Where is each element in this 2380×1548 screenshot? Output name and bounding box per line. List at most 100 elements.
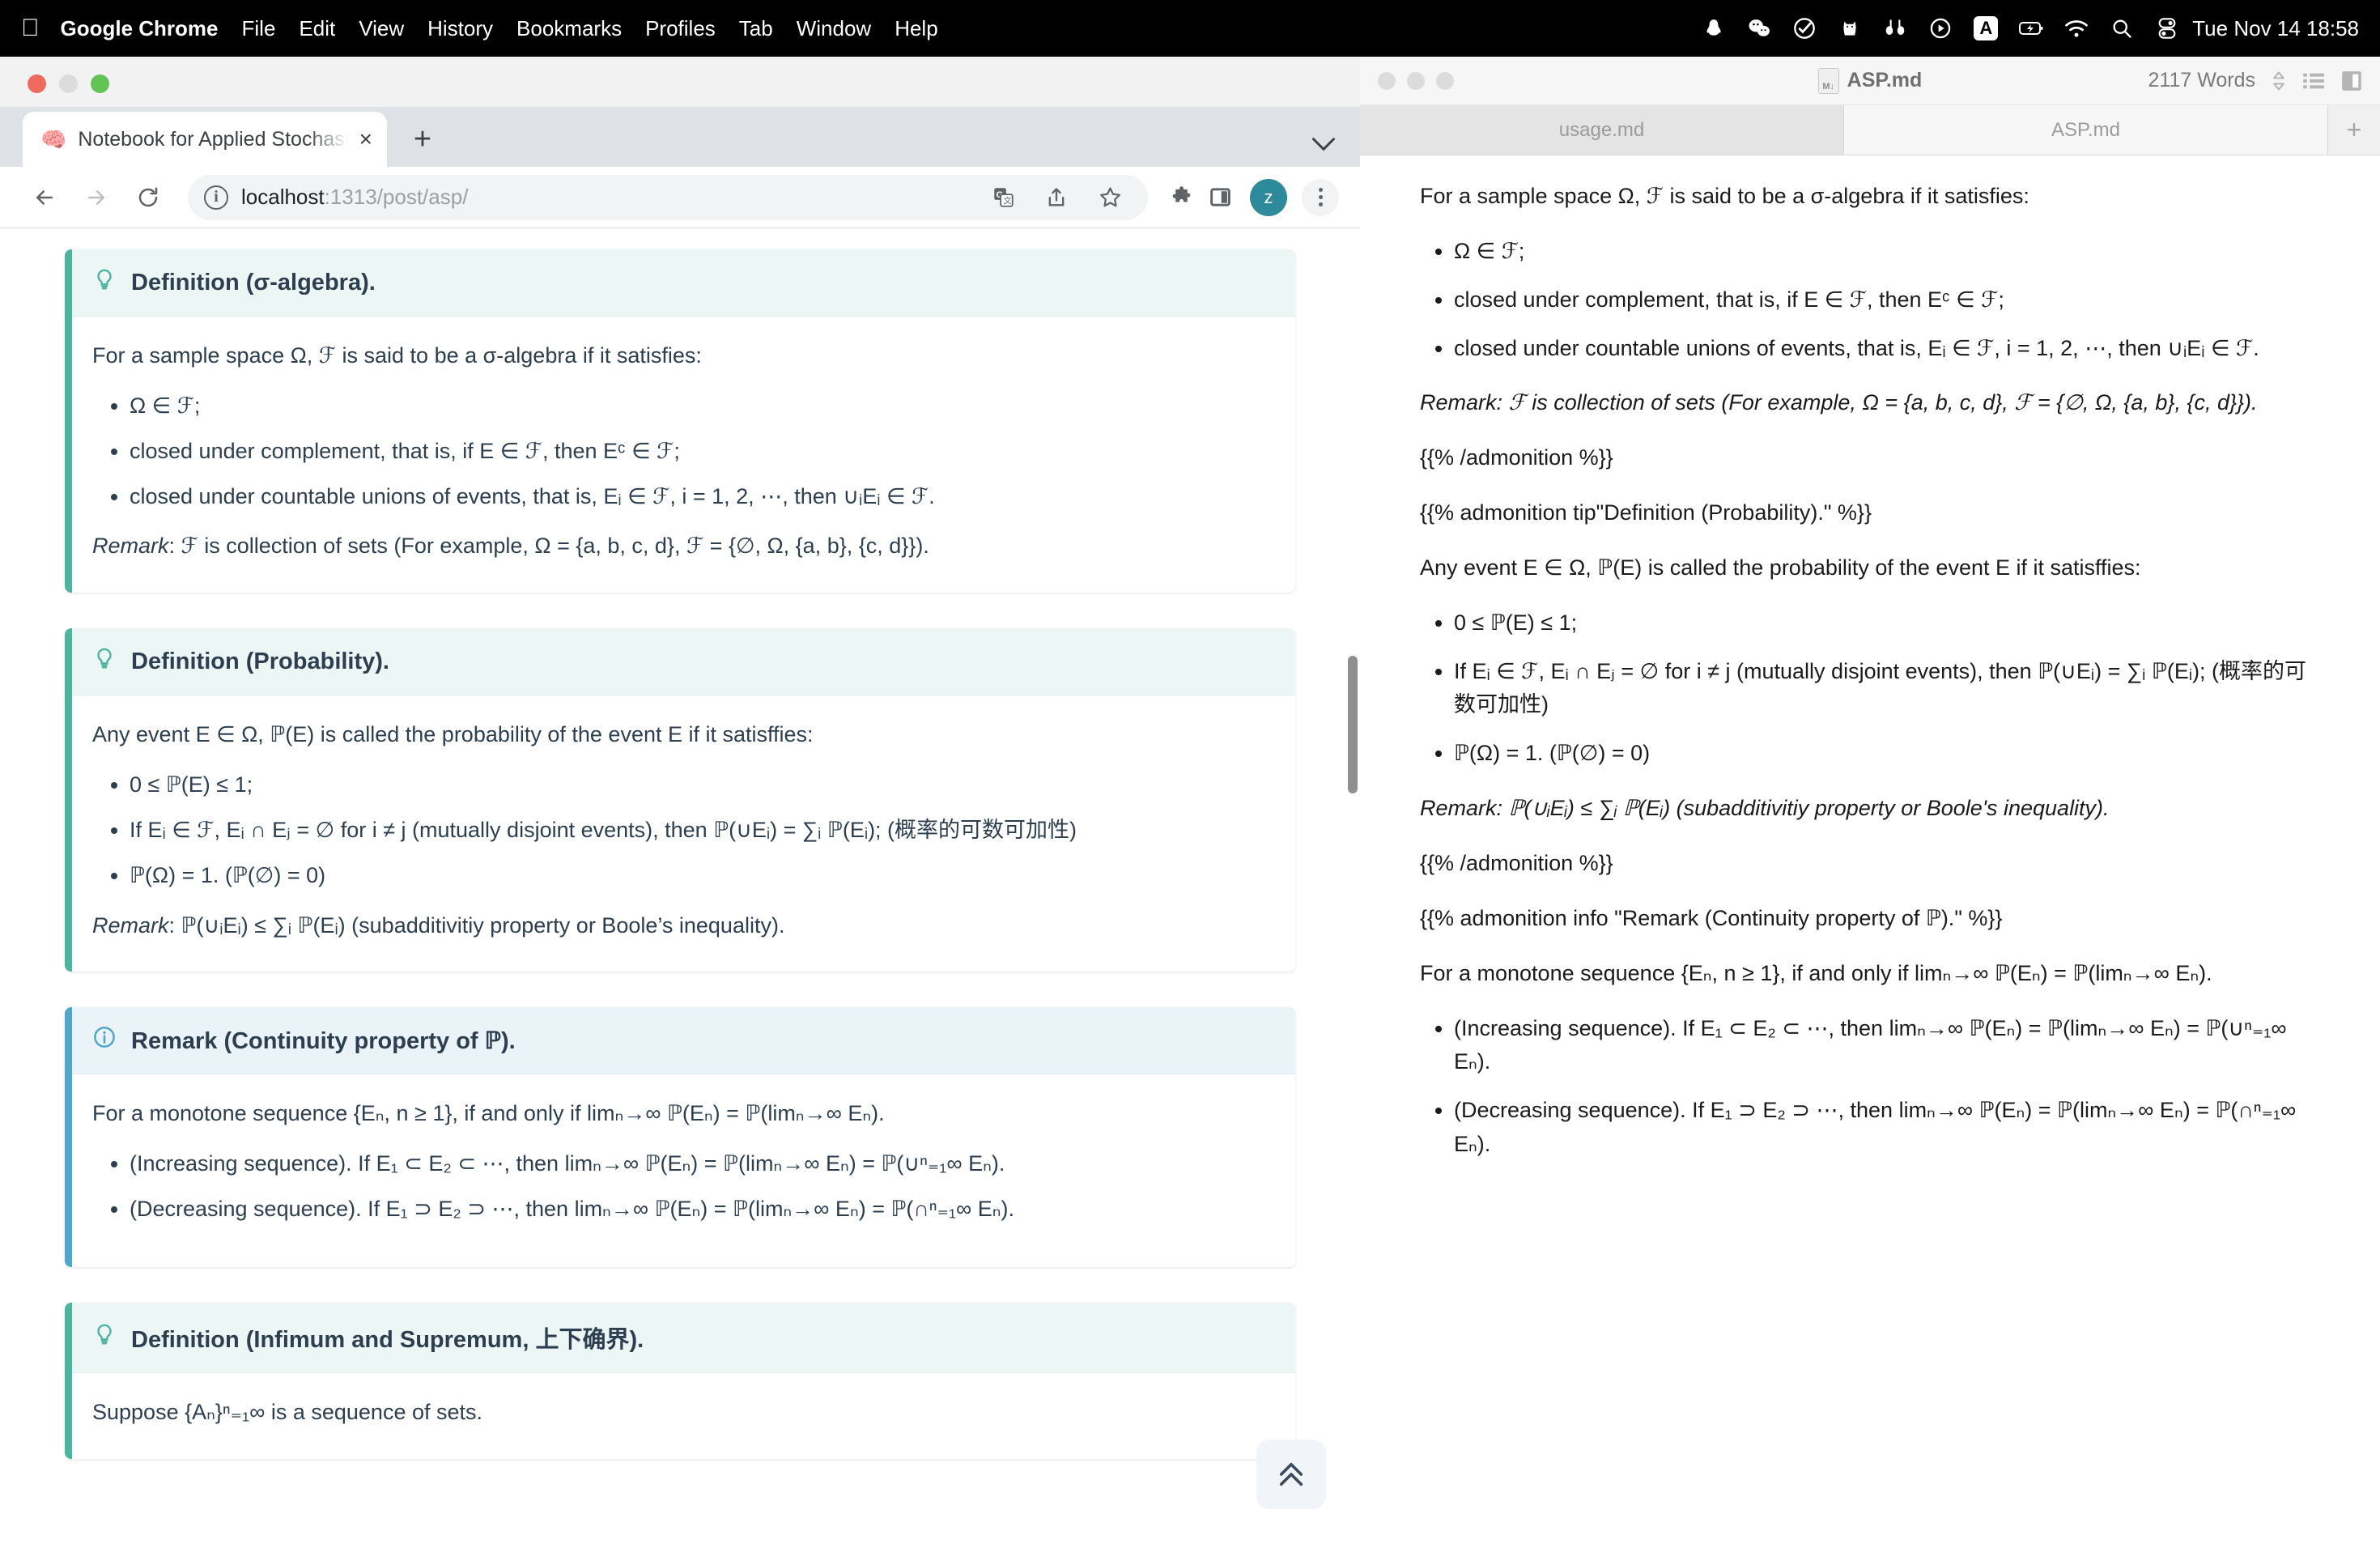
earbuds-icon[interactable] (1883, 15, 1907, 41)
page-scrollbar[interactable] (1345, 228, 1360, 1548)
list-item: 0 ≤ ℙ(E) ≤ 1; (1454, 606, 2320, 640)
minimize-window-button[interactable] (59, 74, 78, 93)
admonition-remark: Remark: ℱ is collection of sets (For exa… (92, 529, 1268, 563)
lightbulb-icon (92, 646, 117, 677)
reload-button[interactable] (125, 174, 172, 221)
browser-tab-asp[interactable]: 🧠 Notebook for Applied Stochast × (23, 112, 387, 167)
spotlight-search-icon[interactable] (2110, 15, 2134, 41)
outline-list-icon[interactable] (2302, 71, 2325, 91)
chevron-down-icon[interactable] (1311, 132, 1336, 157)
scroll-to-top-button[interactable] (1256, 1440, 1326, 1509)
wifi-icon[interactable] (2064, 15, 2089, 41)
editor-bullet-list: 0 ≤ ℙ(E) ≤ 1; If Eᵢ ∈ ℱ, Eᵢ ∩ Eⱼ = ∅ for… (1454, 606, 2320, 771)
editor-text-area[interactable]: For a sample space Ω, ℱ is said to be a … (1360, 155, 2380, 1548)
list-item: (Increasing sequence). If E₁ ⊂ E₂ ⊂ ⋯, t… (1454, 1012, 2320, 1080)
remark-text: : ℙ(∪ᵢEᵢ) ≤ ∑ᵢ ℙ(Eᵢ) (subadditivitiy pro… (168, 912, 785, 938)
sort-updown-icon[interactable] (2272, 70, 2286, 92)
menu-item-edit[interactable]: Edit (299, 16, 335, 41)
remark-text: : ℱ is collection of sets (For example, … (168, 534, 929, 559)
address-bar-url: localhost:1313/post/asp/ (241, 185, 468, 210)
admonition-intro: Suppose {Aₙ}ⁿ₌₁∞ is a sequence of sets. (92, 1399, 483, 1424)
editor-traffic-lights (1378, 71, 1454, 90)
list-item: If Eᵢ ∈ ℱ, Eᵢ ∩ Eⱼ = ∅ for i ≠ j (mutual… (130, 814, 1268, 848)
chrome-menu-button[interactable] (1302, 178, 1339, 216)
editor-line: {{% /admonition %}} (1420, 850, 1613, 875)
lightbulb-icon (92, 1322, 117, 1353)
checkmark-circle-icon[interactable] (1792, 15, 1817, 41)
address-bar[interactable]: i localhost:1313/post/asp/ G文 (188, 174, 1148, 220)
site-info-icon[interactable]: i (204, 185, 228, 210)
profile-avatar[interactable]: z (1250, 178, 1287, 216)
bookmark-star-icon[interactable] (1093, 181, 1127, 215)
admonition-remark-continuity: Remark (Continuity property of ℙ). For a… (65, 1007, 1295, 1267)
admonition-intro: For a sample space Ω, ℱ is said to be a … (92, 343, 702, 368)
admonition-bullet-list: Ω ∈ ℱ; closed under complement, that is,… (130, 389, 1268, 514)
forward-button[interactable] (73, 174, 120, 221)
translate-icon[interactable]: G文 (986, 181, 1020, 215)
editor-tab-usage[interactable]: usage.md (1360, 105, 1844, 155)
list-item: closed under complement, that is, if E ∈… (1454, 283, 2320, 317)
menu-item-help[interactable]: Help (895, 16, 937, 41)
editor-close-button[interactable] (1378, 71, 1396, 90)
menu-bar-clock[interactable]: Tue Nov 14 18:58 (2192, 16, 2359, 41)
editor-document-title: ASP.md (1847, 69, 1923, 91)
input-source-a-icon[interactable]: A (1974, 15, 1999, 41)
play-circle-icon[interactable] (1928, 15, 1953, 41)
double-chevron-up-icon (1279, 1462, 1303, 1486)
menu-item-bookmarks[interactable]: Bookmarks (516, 16, 622, 41)
apple-icon[interactable]:  (21, 16, 40, 40)
list-item: Ω ∈ ℱ; (130, 389, 1268, 423)
chrome-browser-window: 🧠 Notebook for Applied Stochast × + i lo… (0, 57, 1360, 1548)
menu-item-profiles[interactable]: Profiles (645, 16, 716, 41)
menu-item-window[interactable]: Window (797, 16, 871, 41)
sidebar-toggle-icon[interactable] (2341, 70, 2362, 91)
close-window-button[interactable] (28, 74, 46, 93)
lightbulb-icon (92, 267, 117, 298)
menu-item-history[interactable]: History (427, 16, 493, 41)
control-center-icon[interactable] (2155, 15, 2179, 41)
admonition-body: Any event E ∈ Ω, ℙ(E) is called the prob… (65, 695, 1295, 972)
list-item: 0 ≤ ℙ(E) ≤ 1; (130, 768, 1268, 802)
admonition-body: For a monotone sequence {Eₙ, n ≥ 1}, if … (65, 1074, 1295, 1267)
wechat-icon[interactable] (1747, 15, 1771, 41)
admonition-accent-bar (65, 628, 72, 972)
back-button[interactable] (21, 174, 68, 221)
window-traffic-lights (28, 74, 109, 93)
editor-new-tab-button[interactable]: + (2328, 105, 2380, 155)
editor-maximize-button[interactable] (1436, 71, 1454, 90)
admonition-title: Remark (Continuity property of ℙ). (131, 1027, 516, 1054)
remark-label: Remark (92, 912, 169, 938)
admonition-remark: Remark: ℙ(∪ᵢEᵢ) ≤ ∑ᵢ ℙ(Eᵢ) (subadditivit… (92, 909, 1268, 943)
battery-charging-icon[interactable] (2019, 15, 2043, 41)
new-tab-button[interactable]: + (398, 115, 447, 164)
side-panel-icon[interactable] (1203, 181, 1237, 215)
editor-line: For a monotone sequence {Eₙ, n ≥ 1}, if … (1420, 960, 2212, 985)
menu-item-google-chrome[interactable]: Google Chrome (61, 16, 219, 41)
close-icon[interactable]: × (359, 126, 372, 152)
admonition-definition-infimum-supremum: Definition (Infimum and Supremum, 上下确界).… (65, 1302, 1295, 1459)
editor-tab-asp[interactable]: ASP.md (1844, 105, 2328, 155)
qq-penguin-icon[interactable] (1702, 15, 1726, 41)
markdown-file-icon: M↓ (1817, 67, 1839, 94)
cat-icon[interactable] (1838, 15, 1862, 41)
macos-menu-bar:  Google Chrome File Edit View History B… (0, 0, 2380, 57)
brain-icon: 🧠 (40, 127, 67, 151)
admonition-accent-bar (65, 1302, 72, 1459)
list-item: closed under countable unions of events,… (130, 480, 1268, 514)
scrollbar-thumb[interactable] (1348, 656, 1358, 793)
editor-title-bar-right: 2117 Words (2148, 69, 2362, 92)
admonition-intro: For a monotone sequence {Eₙ, n ≥ 1}, if … (92, 1101, 885, 1126)
share-icon[interactable] (1039, 181, 1073, 215)
omnibox-actions: G文 (986, 181, 1132, 215)
maximize-window-button[interactable] (91, 74, 109, 93)
menu-item-view[interactable]: View (359, 16, 404, 41)
url-path: :1313/post/asp/ (324, 185, 469, 209)
menu-item-file[interactable]: File (242, 16, 276, 41)
editor-minimize-button[interactable] (1407, 71, 1425, 90)
url-host: localhost (241, 185, 325, 209)
extensions-puzzle-icon[interactable] (1164, 181, 1198, 215)
browser-tab-title: Notebook for Applied Stochast (78, 127, 348, 151)
menu-item-tab[interactable]: Tab (739, 16, 773, 41)
word-count-label[interactable]: 2117 Words (2148, 69, 2255, 92)
chrome-title-bar (0, 57, 1360, 107)
